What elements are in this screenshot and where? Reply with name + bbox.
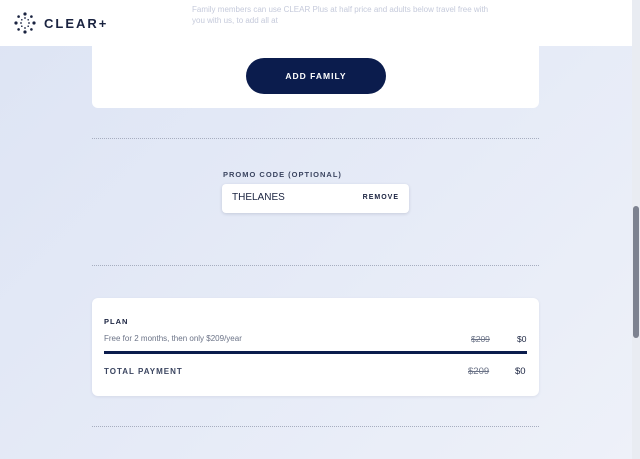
total-payment-label: TOTAL PAYMENT [104, 367, 183, 376]
family-info-text: Family members can use CLEAR Plus at hal… [192, 5, 489, 25]
total-original-price: $209 [468, 366, 490, 377]
section-divider [92, 265, 539, 266]
site-header: CLEAR+ Family members can use CLEAR Plus… [0, 0, 632, 46]
plan-title: PLAN [104, 317, 129, 326]
scrollbar-thumb[interactable] [633, 206, 639, 338]
plan-price: $0 [517, 334, 527, 344]
plan-description: Free for 2 months, then only $209/year [104, 334, 242, 343]
brand-name: CLEAR+ [44, 15, 109, 31]
brand-logo[interactable]: CLEAR+ [14, 12, 108, 34]
scrollbar-track[interactable] [632, 0, 640, 459]
clear-logo-icon [14, 12, 36, 34]
add-family-button[interactable]: ADD FAMILY [246, 58, 386, 94]
plan-divider-bar [104, 351, 527, 354]
section-divider [92, 138, 539, 139]
promo-code-label: PROMO CODE (OPTIONAL) [223, 170, 342, 179]
plan-original-price: $209 [471, 334, 490, 344]
total-price: $0 [515, 366, 526, 377]
promo-code-field[interactable]: THELANES REMOVE [222, 184, 409, 213]
remove-promo-button[interactable]: REMOVE [363, 194, 399, 201]
section-divider [92, 426, 539, 427]
promo-code-value[interactable]: THELANES [232, 192, 285, 203]
plan-summary-card: PLAN Free for 2 months, then only $209/y… [92, 298, 539, 396]
